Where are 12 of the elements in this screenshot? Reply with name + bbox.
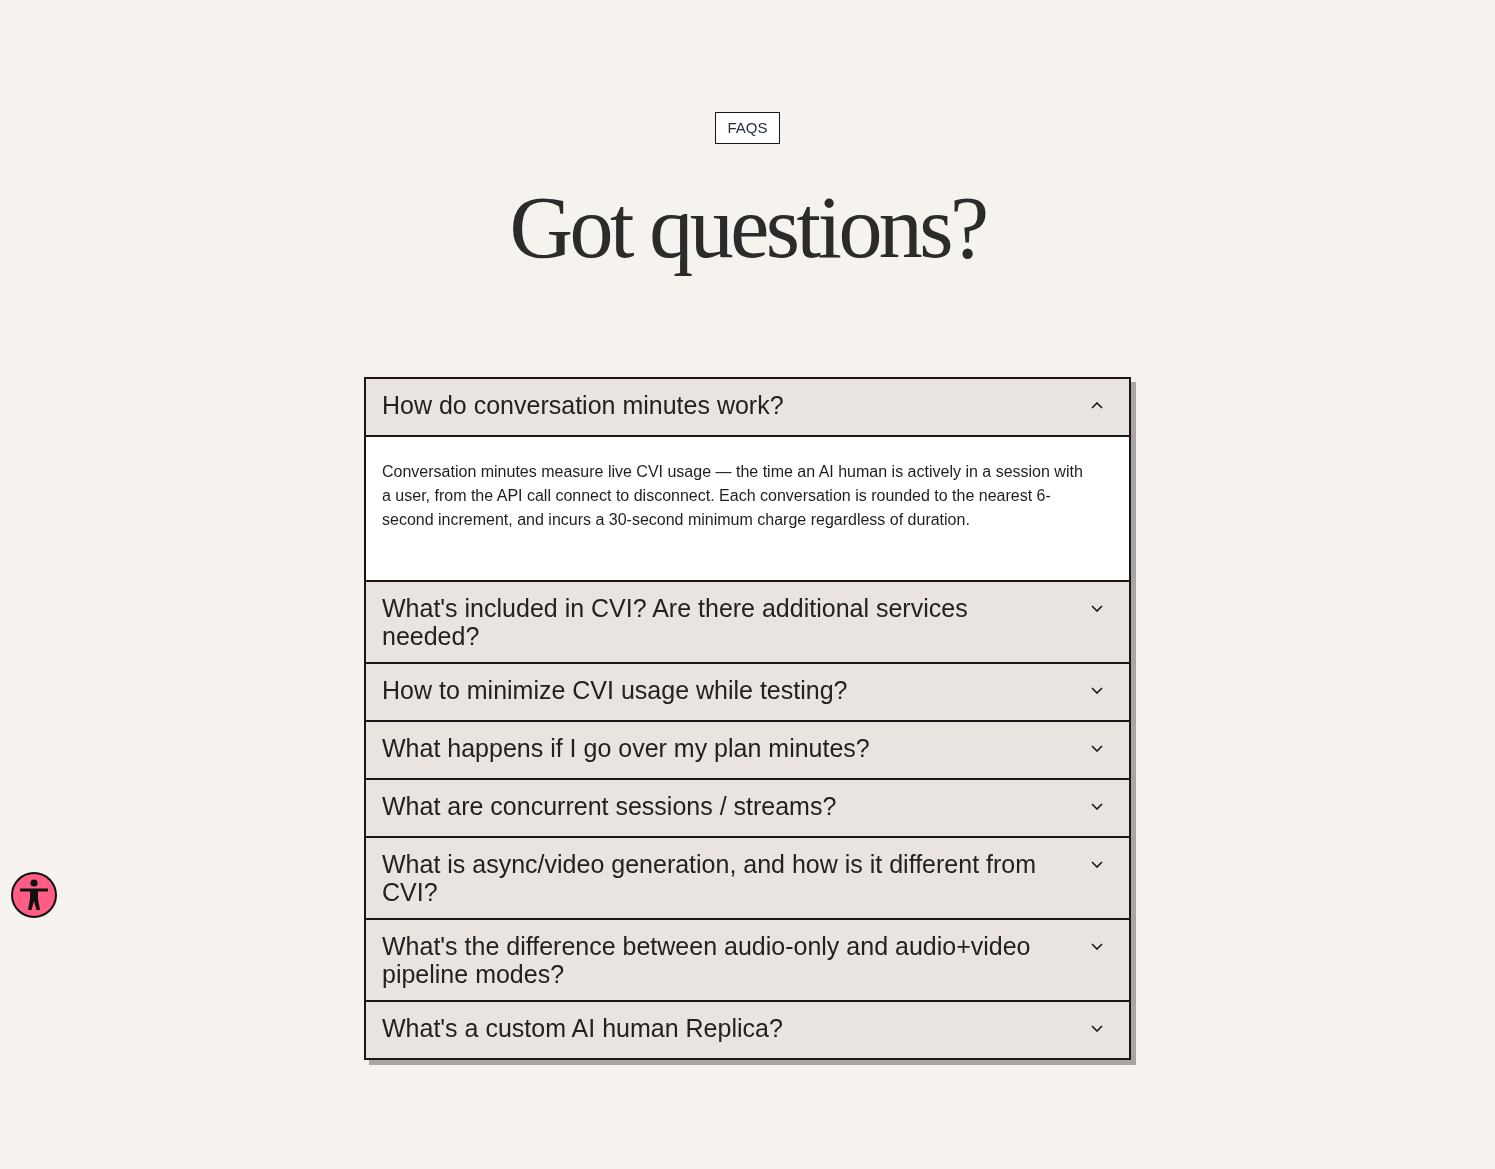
chevron-up-icon <box>1091 401 1103 409</box>
faqs-badge: FAQS <box>715 112 780 144</box>
chevron-down-icon <box>1091 802 1103 810</box>
chevron-down-icon <box>1091 1024 1103 1032</box>
faq-answer: Conversation minutes measure live CVI usage — the time an AI human is actively in a session with a user, from the API call connect to disconnect. Each conversation is rounded to the nearest 6-second increment, and incurs a 30-second minimum charge regardless of duration. <box>382 462 1084 530</box>
chevron-down-icon <box>1091 744 1103 752</box>
chevron-down-icon <box>1091 604 1103 612</box>
chevron-down-icon <box>1091 686 1103 694</box>
accessibility-button[interactable] <box>11 872 57 918</box>
accessibility-icon <box>19 879 49 911</box>
chevron-down-icon <box>1091 942 1103 950</box>
chevron-down-icon <box>1091 860 1103 868</box>
